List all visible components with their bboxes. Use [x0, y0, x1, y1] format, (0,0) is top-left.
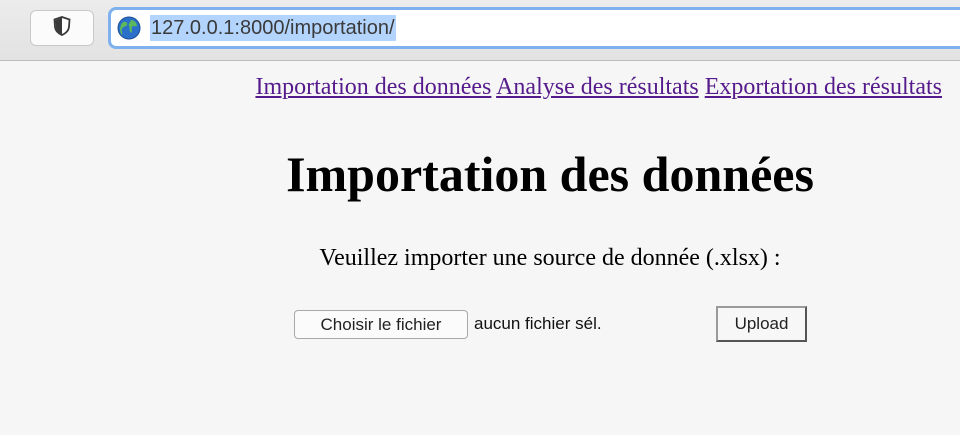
- nav-link-importation[interactable]: Importation des données: [255, 74, 491, 100]
- nav-link-analyse[interactable]: Analyse des résultats: [496, 74, 699, 100]
- browser-toolbar: 127.0.0.1:8000/importation/: [0, 0, 960, 61]
- globe-icon: [117, 16, 141, 40]
- tracking-protection-button[interactable]: [30, 10, 94, 46]
- file-status-text: aucun fichier sél.: [474, 314, 602, 333]
- upload-button[interactable]: Upload: [716, 306, 807, 342]
- address-bar[interactable]: 127.0.0.1:8000/importation/: [108, 7, 960, 49]
- import-prompt: Veuillez importer une source de donnée (…: [319, 245, 781, 271]
- top-navigation: Importation des données Analyse des résu…: [255, 74, 942, 101]
- shield-icon: [53, 15, 71, 41]
- page-title: Importation des données: [286, 146, 814, 202]
- choose-file-button[interactable]: Choisir le fichier: [294, 310, 468, 339]
- url-text[interactable]: 127.0.0.1:8000/importation/: [150, 15, 396, 41]
- nav-link-exportation[interactable]: Exportation des résultats: [705, 74, 942, 100]
